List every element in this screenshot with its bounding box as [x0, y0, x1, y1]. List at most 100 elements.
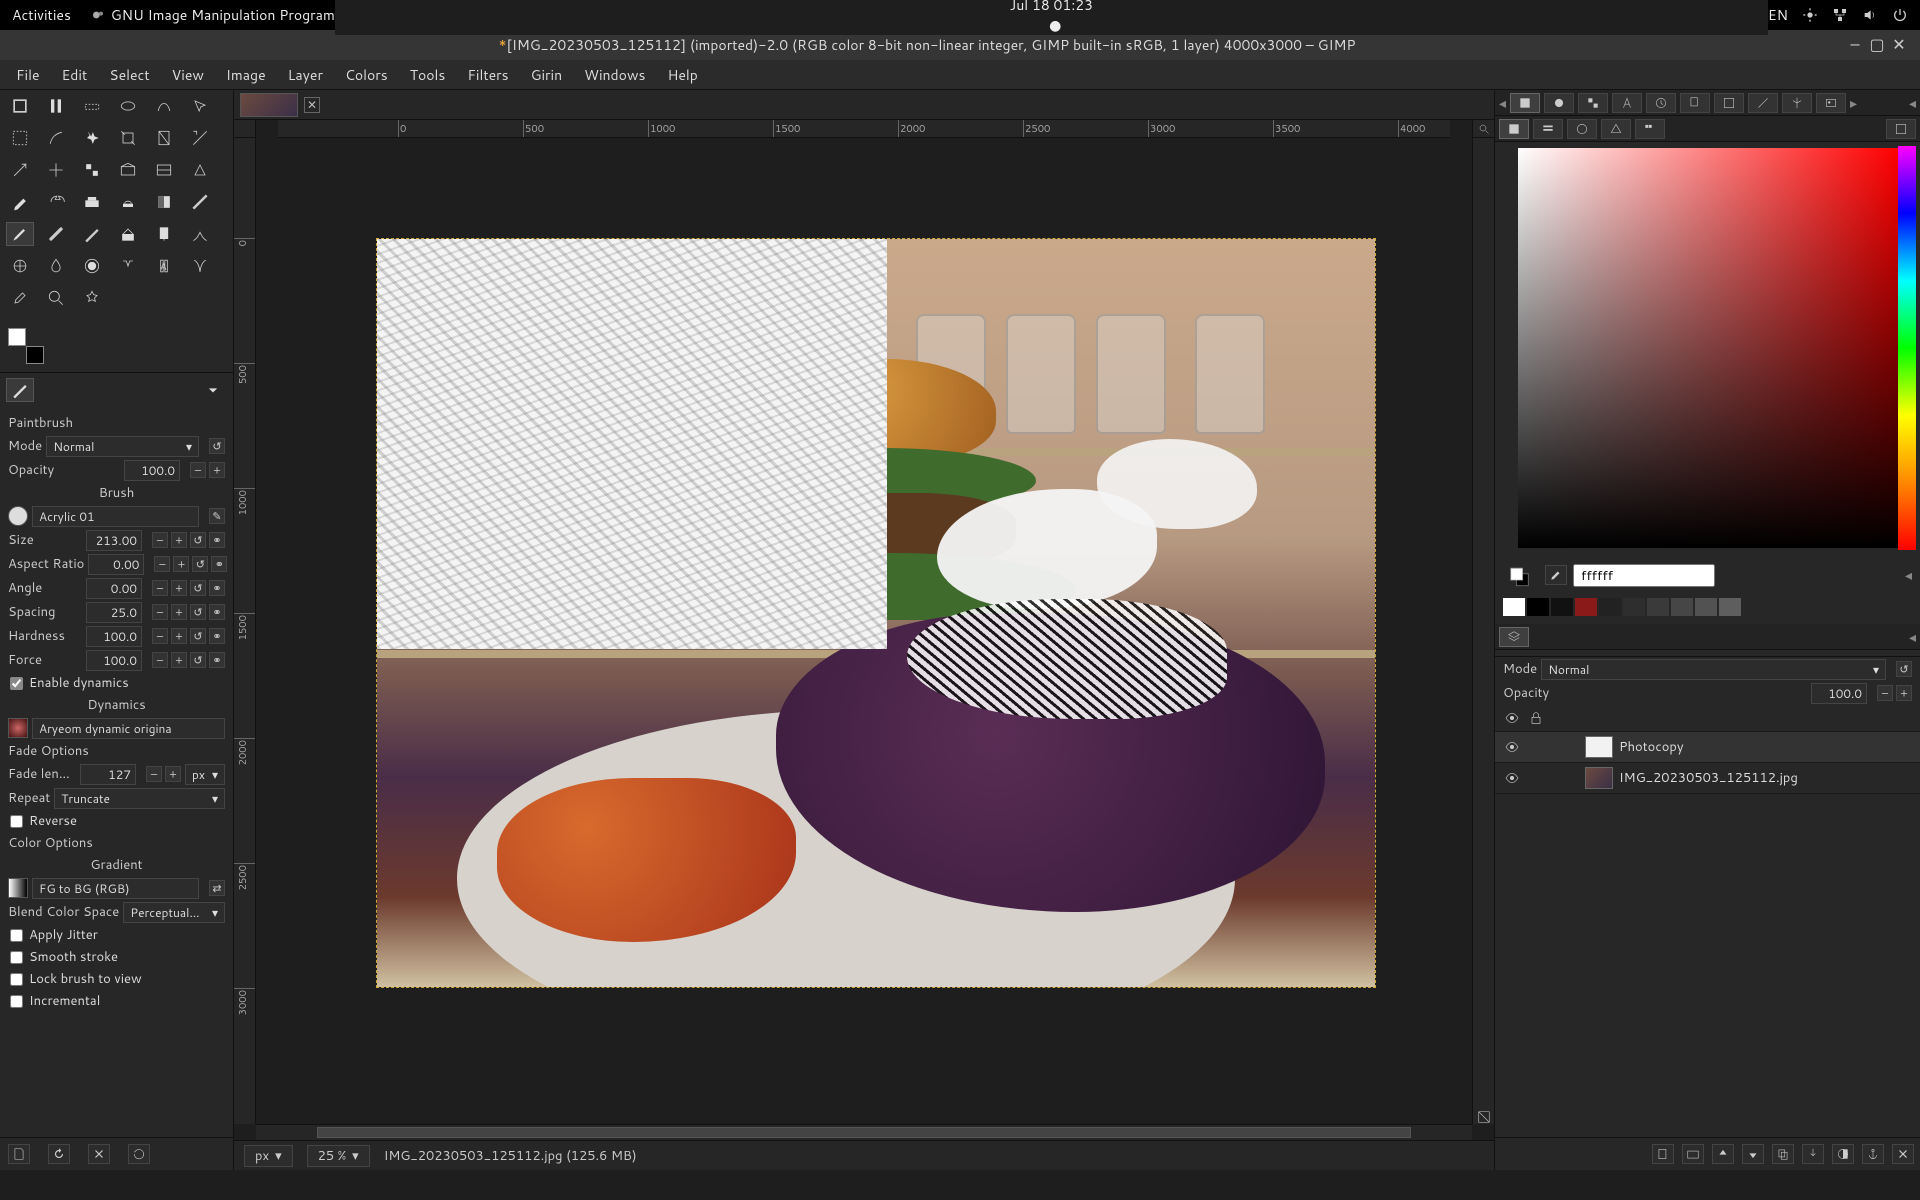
fg-bg-swatches[interactable]	[6, 326, 46, 366]
tab-colors[interactable]	[1510, 93, 1540, 113]
tool-text[interactable]: A	[150, 254, 178, 278]
hardness-link[interactable]: ⚭	[209, 628, 225, 644]
layer-row[interactable]: IMG_20230503_125112.jpg	[1495, 763, 1920, 794]
layer-name[interactable]: Photocopy	[1619, 738, 1684, 756]
tool-scissors[interactable]	[186, 94, 214, 118]
menu-select[interactable]: Select	[99, 61, 159, 89]
brush-select[interactable]: Acrylic 01	[32, 506, 199, 527]
tool-foreground-select[interactable]	[6, 126, 34, 150]
tool-crop[interactable]	[114, 126, 142, 150]
tool-gradient[interactable]	[42, 190, 70, 214]
menu-girin[interactable]: Girin	[521, 61, 573, 89]
dock-menu[interactable]: ◂	[1909, 93, 1916, 113]
menu-edit[interactable]: Edit	[52, 61, 98, 89]
delete-layer[interactable]	[1892, 1144, 1914, 1164]
incremental-check[interactable]	[10, 995, 23, 1008]
fg-color-swatch[interactable]	[8, 328, 26, 346]
tool-bucket-fill[interactable]	[6, 190, 34, 214]
maximize-button[interactable]: ▢	[1866, 30, 1888, 60]
tool-gegl[interactable]	[78, 286, 106, 310]
mode-select[interactable]: Normal▾	[46, 436, 199, 457]
duplicate-layer[interactable]	[1772, 1144, 1794, 1164]
tool-unified-transform[interactable]	[150, 126, 178, 150]
colortab-sliders[interactable]	[1533, 119, 1563, 139]
tab-history[interactable]	[1646, 93, 1676, 113]
layer-row[interactable]: Photocopy	[1495, 732, 1920, 763]
network-icon[interactable]	[1832, 7, 1848, 23]
tabscroll-left-icon[interactable]: ◂	[1499, 93, 1506, 113]
angle-reset[interactable]: ↺	[190, 580, 206, 596]
tool-move[interactable]	[6, 158, 34, 182]
nav-preview-icon[interactable]	[1472, 138, 1494, 1124]
layer-up[interactable]	[1712, 1144, 1734, 1164]
menu-colors[interactable]: Colors	[335, 61, 398, 89]
bg-color-swatch[interactable]	[26, 346, 44, 364]
pick-color-icon[interactable]	[1545, 565, 1567, 585]
minimize-button[interactable]: –	[1844, 30, 1866, 60]
hue-slider[interactable]	[1898, 146, 1916, 550]
palette-swatch[interactable]	[1695, 598, 1717, 616]
tab-document-history[interactable]	[1680, 93, 1710, 113]
tool-flip[interactable]	[150, 158, 178, 182]
angle-link[interactable]: ⚭	[209, 580, 225, 596]
aspect-reset[interactable]: ↺	[192, 556, 208, 572]
tool-eraser[interactable]	[42, 222, 70, 246]
repeat-select[interactable]: Truncate▾	[54, 788, 225, 809]
tool-shear[interactable]	[186, 158, 214, 182]
tab-images[interactable]	[1816, 93, 1846, 113]
tool-dodge[interactable]	[114, 254, 142, 278]
tool-ellipse-select[interactable]	[114, 94, 142, 118]
spacing-value[interactable]: 25.0	[86, 602, 142, 623]
new-group[interactable]	[1682, 1144, 1704, 1164]
spacing-reset[interactable]: ↺	[190, 604, 206, 620]
image-tab[interactable]	[240, 93, 298, 117]
unit-select[interactable]: px ▾	[244, 1145, 293, 1167]
clock[interactable]: Jul 18 01:23	[335, 0, 1768, 15]
layer-opacity[interactable]: 100.0	[1811, 683, 1867, 704]
delete-tool-options[interactable]	[88, 1144, 110, 1164]
spacing-link[interactable]: ⚭	[209, 604, 225, 620]
size-link[interactable]: ⚭	[209, 532, 225, 548]
fade-length[interactable]: 127	[80, 764, 136, 785]
palette-swatch[interactable]	[1671, 598, 1693, 616]
colortab-wheel[interactable]	[1567, 119, 1597, 139]
tool-warp[interactable]	[78, 190, 106, 214]
tool-smudge[interactable]	[78, 254, 106, 278]
tool-options-tab[interactable]	[6, 378, 34, 402]
dock-menu-icon[interactable]	[199, 378, 227, 402]
color-menu[interactable]: ◂	[1905, 565, 1912, 585]
ruler-vertical[interactable]: 050010001500200025003000	[234, 138, 256, 1124]
gradient-select[interactable]: FG to BG (RGB)	[32, 878, 199, 899]
tool-free-select[interactable]	[150, 94, 178, 118]
tool-heal[interactable]	[6, 254, 34, 278]
tab-fonts[interactable]	[1612, 93, 1642, 113]
new-layer[interactable]	[1652, 1144, 1674, 1164]
palette-swatch[interactable]	[1551, 598, 1573, 616]
activities-button[interactable]: Activities	[12, 5, 71, 25]
brush-edit[interactable]: ✎	[209, 508, 225, 524]
layers-menu[interactable]: ◂	[1909, 627, 1916, 647]
volume-icon[interactable]	[1862, 7, 1878, 23]
tool-airbrush[interactable]	[78, 222, 106, 246]
mask-layer[interactable]	[1832, 1144, 1854, 1164]
input-lang[interactable]: EN	[1768, 5, 1788, 25]
tool-zoom[interactable]	[42, 286, 70, 310]
tool-perspective[interactable]	[114, 158, 142, 182]
menu-image[interactable]: Image	[216, 61, 276, 89]
palette-swatch[interactable]	[1575, 598, 1597, 616]
layer-down[interactable]	[1742, 1144, 1764, 1164]
size-value[interactable]: 213.00	[86, 530, 142, 551]
hardness-reset[interactable]: ↺	[190, 628, 206, 644]
dynamics-select[interactable]: Aryeom dynamic origina	[32, 718, 225, 739]
zoom-select[interactable]: 25 % ▾	[307, 1145, 370, 1167]
hardness-value[interactable]: 100.0	[86, 626, 142, 647]
tool-ink[interactable]	[114, 222, 142, 246]
colortab-triangle[interactable]	[1601, 119, 1631, 139]
menu-help[interactable]: Help	[657, 61, 707, 89]
tool-rect-select[interactable]	[6, 94, 34, 118]
lockbrush-check[interactable]	[10, 973, 23, 986]
angle-value[interactable]: 0.00	[86, 578, 142, 599]
save-tool-options[interactable]	[8, 1144, 30, 1164]
aspect-link[interactable]: ⚭	[211, 556, 227, 572]
tool-scale[interactable]	[42, 158, 70, 182]
